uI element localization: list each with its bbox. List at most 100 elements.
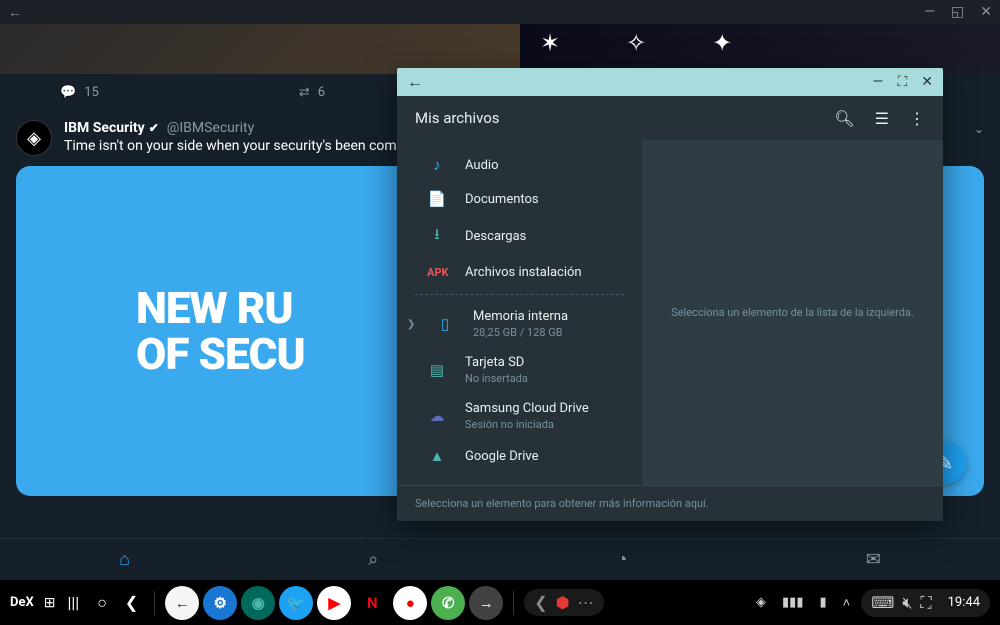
clock[interactable]: 19:44 <box>948 595 980 610</box>
dex-label[interactable]: DeX <box>10 595 34 610</box>
reply-button[interactable]: 💬 15 <box>60 85 99 100</box>
file-content-pane: Selecciona un elemento de la lista de la… <box>642 140 943 485</box>
file-sidebar: ♪ Audio 📄 Documentos ⭳ Descargas APK Arc… <box>397 140 642 485</box>
retweet-count: 6 <box>318 85 325 100</box>
tweet-image-right[interactable] <box>520 24 1000 74</box>
sidebar-divider <box>415 294 624 295</box>
file-minimize-icon[interactable]: — <box>873 74 884 90</box>
tweet-image-row <box>0 24 1000 74</box>
sidebar-item-samsung-cloud[interactable]: ☁ Samsung Cloud Drive Sesión no iniciada <box>397 393 642 439</box>
file-titlebar[interactable]: ← — ⛶ ✕ <box>397 68 943 96</box>
account-handle: @IBMSecurity <box>167 120 254 136</box>
taskbar-divider <box>154 591 155 615</box>
nav-search-icon[interactable]: ⌕ <box>368 549 378 570</box>
taskbar-app-8[interactable]: → <box>469 586 503 620</box>
list-view-icon[interactable]: ☰ <box>875 109 889 128</box>
phone-icon: ▯ <box>435 315 455 333</box>
cloud-icon: ☁ <box>427 407 447 425</box>
account-name: IBM Security <box>64 120 145 136</box>
chevron-left-icon[interactable]: ❮ <box>534 593 547 612</box>
taskbar-app-2[interactable]: ◉ <box>241 586 275 620</box>
card-headline: NEW RUOF SECU <box>136 285 305 377</box>
sidebar-item-audio[interactable]: ♪ Audio <box>397 148 642 182</box>
download-icon: ⭳ <box>427 224 447 249</box>
chrome-maximize-icon[interactable]: ◱ <box>951 4 964 20</box>
sidebar-item-label: Google Drive <box>465 449 538 464</box>
twitter-bottom-nav: ⌂ ⌕ ◔ ✉ <box>0 538 1000 580</box>
keyboard-icon[interactable]: ⌨ <box>871 593 894 612</box>
main-window-chrome: ← — ◱ ✕ <box>0 0 1000 24</box>
home-nav-icon[interactable]: ○ <box>97 593 107 613</box>
nav-messages-icon[interactable]: ✉ <box>866 549 881 570</box>
file-back-icon[interactable]: ← <box>407 72 423 92</box>
retweet-icon: ⇄ <box>299 85 310 100</box>
chrome-back-icon[interactable]: ← <box>8 4 22 21</box>
sidebar-item-sublabel: No insertada <box>465 372 528 385</box>
sidebar-item-label: Samsung Cloud Drive <box>465 401 589 416</box>
taskbar-app-5[interactable]: N <box>355 586 389 620</box>
nav-home-icon[interactable]: ⌂ <box>119 549 130 570</box>
nav-notifications-icon[interactable]: ◔ <box>617 549 628 570</box>
mute-icon[interactable]: 🔇︎ <box>902 593 912 613</box>
tweet-menu-chevron-icon[interactable]: ⌄ <box>974 122 984 136</box>
back-nav-icon[interactable]: ❮ <box>125 593 138 612</box>
google-drive-icon: ▲ <box>427 447 447 465</box>
taskbar-app-6[interactable]: ● <box>393 586 427 620</box>
taskbar-system-tray: ⌨ 🔇︎ ⛶ 19:44 <box>861 589 990 617</box>
sidebar-item-downloads[interactable]: ⭳ Descargas <box>397 216 642 257</box>
sidebar-item-label: Descargas <box>465 229 526 244</box>
chrome-close-icon[interactable]: ✕ <box>980 4 992 20</box>
sidebar-item-label: Audio <box>465 158 498 173</box>
verified-badge-icon: ✔ <box>149 121 159 135</box>
apps-grid-icon[interactable]: ⊞ <box>44 595 56 611</box>
wifi-icon[interactable]: ◈ <box>756 595 766 610</box>
battery-icon[interactable]: ▮ <box>819 595 826 610</box>
reply-count: 15 <box>84 85 99 100</box>
audio-icon: ♪ <box>427 156 447 174</box>
sidebar-item-sd-card[interactable]: ▤ Tarjeta SD No insertada <box>397 347 642 393</box>
sidebar-item-sublabel: 28,25 GB / 128 GB <box>473 326 568 339</box>
sd-card-icon: ▤ <box>427 361 447 379</box>
more-menu-icon[interactable]: ⋮ <box>909 109 925 128</box>
sidebar-item-sublabel: Sesión no iniciada <box>465 418 589 431</box>
chevron-up-icon[interactable]: ˄ <box>843 595 851 611</box>
taskbar-divider <box>513 591 514 615</box>
taskbar-app-0[interactable]: ← <box>165 586 199 620</box>
apk-icon: APK <box>427 266 447 279</box>
reply-icon: 💬 <box>60 85 76 100</box>
retweet-button[interactable]: ⇄ 6 <box>299 85 325 100</box>
sidebar-item-documents[interactable]: 📄 Documentos <box>397 182 642 216</box>
dex-taskbar: DeX ⊞ ||| ○ ❮ ←⚙◉🐦▶N●✆→ ❮ ⬢ ⋯ ◈ ▮▮▮ ▮ ˄ … <box>0 580 1000 625</box>
sidebar-item-label: Documentos <box>465 192 539 207</box>
search-icon[interactable]: 🔍︎ <box>834 109 854 128</box>
file-manager-title: Mis archivos <box>415 109 814 127</box>
file-maximize-icon[interactable]: ⛶ <box>897 74 907 90</box>
taskbar-pager[interactable]: ❮ ⬢ ⋯ <box>524 589 603 616</box>
sidebar-item-google-drive[interactable]: ▲ Google Drive <box>397 439 642 473</box>
sidebar-item-label: Archivos instalación <box>465 265 582 280</box>
content-placeholder-text: Selecciona un elemento de la lista de la… <box>671 306 914 319</box>
taskbar-app-4[interactable]: ▶ <box>317 586 351 620</box>
file-close-icon[interactable]: ✕ <box>921 74 933 90</box>
sidebar-item-label: Memoria interna <box>473 309 568 324</box>
file-header: Mis archivos 🔍︎ ☰ ⋮ <box>397 96 943 140</box>
taskbar-app-7[interactable]: ✆ <box>431 586 465 620</box>
sidebar-item-apk[interactable]: APK Archivos instalación <box>397 257 642 288</box>
more-apps-icon[interactable]: ⋯ <box>578 593 594 612</box>
tweet-image-left[interactable] <box>0 24 520 74</box>
sidebar-item-label: Tarjeta SD <box>465 355 528 370</box>
taskbar-app-1[interactable]: ⚙ <box>203 586 237 620</box>
sidebar-item-internal-storage[interactable]: ❯ ▯ Memoria interna 28,25 GB / 128 GB <box>397 301 642 347</box>
signal-icon[interactable]: ▮▮▮ <box>782 595 803 610</box>
footer-hint-text: Selecciona un elemento para obtener más … <box>415 497 709 510</box>
chevron-right-icon[interactable]: ❯ <box>407 319 417 330</box>
running-app-icon[interactable]: ⬢ <box>556 593 570 612</box>
avatar[interactable]: ◈ <box>16 120 52 156</box>
file-footer: Selecciona un elemento para obtener más … <box>397 485 943 521</box>
taskbar-app-3[interactable]: 🐦 <box>279 586 313 620</box>
recents-nav-icon[interactable]: ||| <box>67 593 79 612</box>
file-manager-window: ← — ⛶ ✕ Mis archivos 🔍︎ ☰ ⋮ ♪ Audio 📄 Do… <box>397 68 943 521</box>
screenshot-icon[interactable]: ⛶ <box>920 593 931 613</box>
document-icon: 📄 <box>427 190 447 208</box>
chrome-minimize-icon[interactable]: — <box>924 4 935 20</box>
